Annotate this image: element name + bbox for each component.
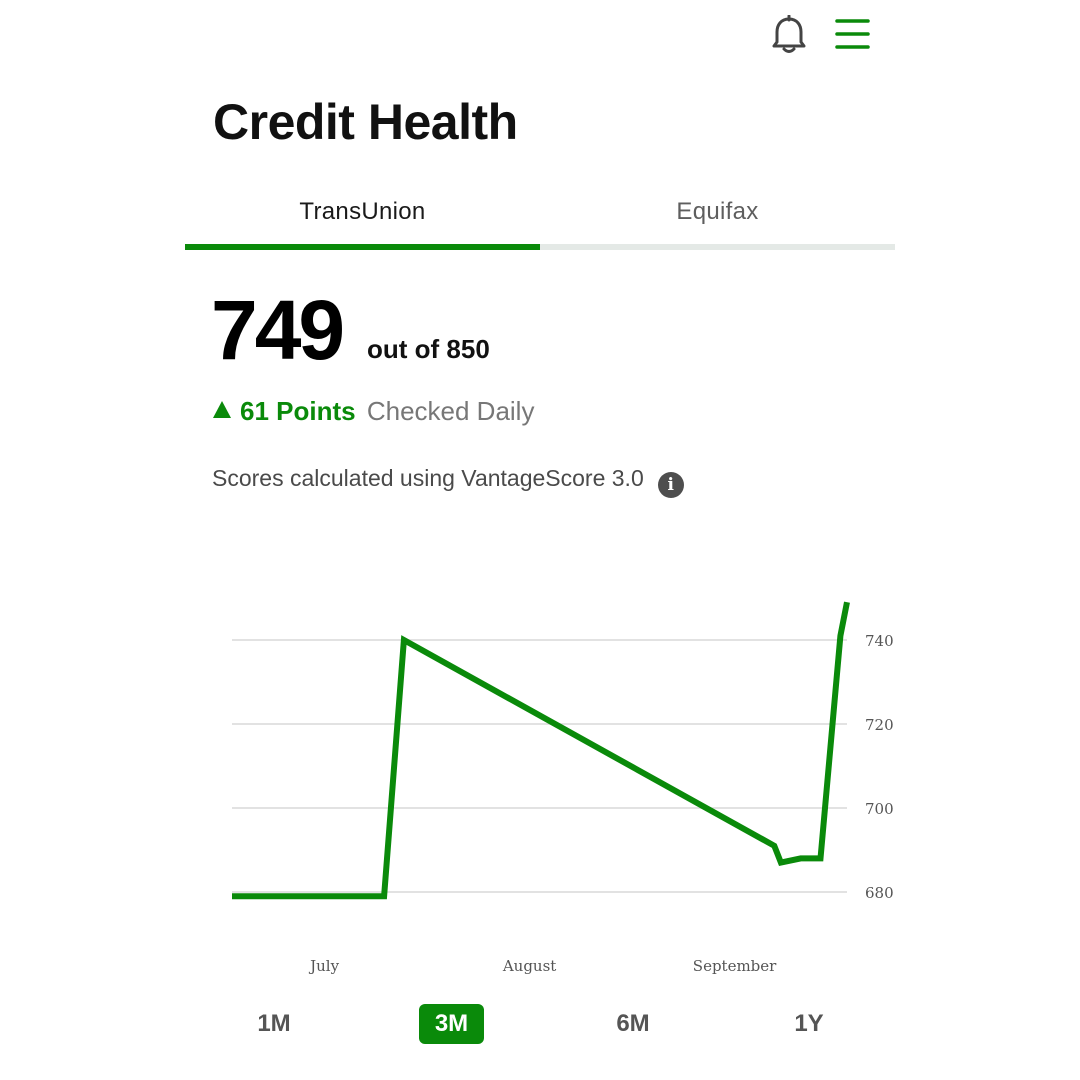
tab-label: Equifax xyxy=(676,198,759,225)
y-tick-label: 700 xyxy=(865,800,894,818)
top-bar xyxy=(0,0,1080,70)
y-tick-label: 740 xyxy=(865,632,894,650)
tab-track xyxy=(540,244,895,250)
y-tick-label: 720 xyxy=(865,716,894,734)
score-model-note-row: Scores calculated using VantageScore 3.0… xyxy=(212,462,684,498)
hamburger-menu-icon[interactable] xyxy=(833,17,871,51)
info-icon[interactable]: i xyxy=(657,472,684,498)
tab-equifax[interactable]: Equifax xyxy=(540,190,895,250)
x-tick-label: July xyxy=(308,957,339,975)
score-history-chart: 680 700 720 740 July August September xyxy=(0,560,1080,990)
time-range-selector: 1M 3M 6M 1Y xyxy=(0,1004,1080,1044)
score-model-note: Scores calculated using VantageScore 3.0 xyxy=(212,465,644,491)
range-button-1m[interactable]: 1M xyxy=(248,1004,300,1044)
score-series-line xyxy=(232,601,850,900)
range-button-6m[interactable]: 6M xyxy=(606,1004,660,1044)
bell-icon[interactable] xyxy=(770,14,808,55)
x-tick-label: August xyxy=(502,957,556,975)
bureau-tabs: TransUnion Equifax xyxy=(185,190,895,250)
x-tick-label: September xyxy=(693,957,777,975)
score-change-points: 61 Points xyxy=(240,396,356,426)
score-check-frequency: Checked Daily xyxy=(366,396,535,426)
score-history-chart-svg: 680 700 720 740 July August September xyxy=(232,601,894,975)
score-change-row: 61 Points Checked Daily xyxy=(213,394,534,428)
page-title: Credit Health xyxy=(213,94,518,150)
credit-score-max: out of 850 xyxy=(367,334,490,364)
credit-score-value: 749 xyxy=(211,283,345,377)
tab-transunion[interactable]: TransUnion xyxy=(185,190,540,250)
up-arrow-icon xyxy=(213,401,231,418)
y-tick-label: 680 xyxy=(865,884,894,902)
range-button-3m[interactable]: 3M xyxy=(419,1004,484,1044)
tab-active-indicator xyxy=(185,244,540,250)
tab-label: TransUnion xyxy=(299,198,426,225)
range-button-1y[interactable]: 1Y xyxy=(784,1004,834,1044)
